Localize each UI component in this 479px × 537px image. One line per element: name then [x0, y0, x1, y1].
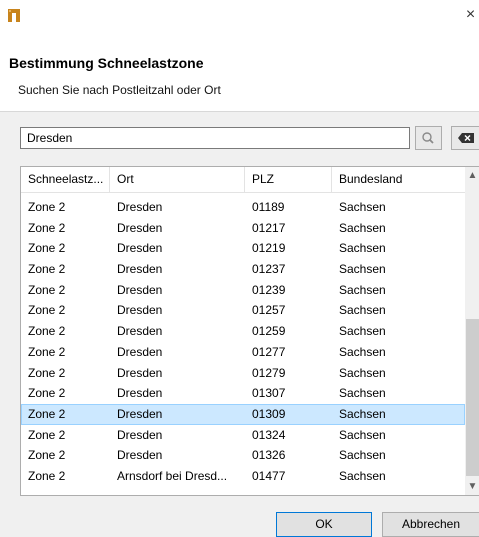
- cell-bundesland: Sachsen: [339, 220, 386, 235]
- search-button[interactable]: [415, 126, 442, 150]
- search-input[interactable]: [20, 127, 410, 149]
- cell-bundesland: Sachsen: [339, 303, 386, 318]
- scroll-up-arrow-icon[interactable]: ▲: [465, 167, 479, 184]
- table-row[interactable]: Zone 2 Dresden 01239 Sachsen: [21, 280, 465, 301]
- table-row[interactable]: Zone 2 Dresden 01307 Sachsen: [21, 383, 465, 404]
- cell-plz: 01279: [252, 365, 286, 380]
- table-row[interactable]: Zone 2 Dresden 01279 Sachsen: [21, 363, 465, 384]
- table-row[interactable]: Zone 2 Dresden 01259 Sachsen: [21, 321, 465, 342]
- scroll-down-arrow-icon[interactable]: ▼: [465, 478, 479, 495]
- cell-bundesland: Sachsen: [339, 282, 386, 297]
- cell-ort: Dresden: [117, 386, 163, 401]
- cell-bundesland: Sachsen: [339, 365, 386, 380]
- cell-plz: 01237: [252, 262, 286, 277]
- dialog-title: Bestimmung Schneelastzone: [9, 55, 204, 71]
- cell-zone: Zone 2: [28, 324, 66, 339]
- cell-plz: 01257: [252, 303, 286, 318]
- cell-zone: Zone 2: [28, 282, 66, 297]
- table-row[interactable]: Zone 2 Dresden 01189 Sachsen: [21, 197, 465, 218]
- cell-plz: 01326: [252, 448, 286, 463]
- zone-table: Schneelastz... Ort PLZ Bundesland Zone 2…: [20, 166, 479, 496]
- table-row[interactable]: Zone 2 Dresden 01237 Sachsen: [21, 259, 465, 280]
- cell-plz: 01277: [252, 344, 286, 359]
- dialog-subtitle: Suchen Sie nach Postleitzahl oder Ort: [18, 83, 221, 97]
- cell-bundesland: Sachsen: [339, 406, 386, 421]
- cell-zone: Zone 2: [28, 262, 66, 277]
- close-button[interactable]: ×: [462, 2, 479, 28]
- cell-bundesland: Sachsen: [339, 468, 386, 483]
- cell-zone: Zone 2: [28, 303, 66, 318]
- cell-bundesland: Sachsen: [339, 386, 386, 401]
- cell-bundesland: Sachsen: [339, 448, 386, 463]
- cell-plz: 01217: [252, 220, 286, 235]
- table-row[interactable]: Zone 2 Dresden 01257 Sachsen: [21, 300, 465, 321]
- cell-ort: Dresden: [117, 448, 163, 463]
- cell-ort: Dresden: [117, 365, 163, 380]
- close-icon: ×: [465, 6, 476, 23]
- table-row[interactable]: Zone 2 Dresden 01309 Sachsen: [21, 403, 465, 425]
- cell-zone: Zone 2: [28, 241, 66, 256]
- table-row[interactable]: Zone 2 Dresden 01217 Sachsen: [21, 218, 465, 239]
- cell-bundesland: Sachsen: [339, 200, 386, 214]
- column-header-ort[interactable]: Ort: [110, 167, 245, 192]
- cell-zone: Zone 2: [28, 406, 66, 421]
- cell-ort: Dresden: [117, 303, 163, 318]
- vertical-scrollbar[interactable]: ▲ ▼: [465, 167, 479, 495]
- table-header: Schneelastz... Ort PLZ Bundesland: [21, 167, 465, 193]
- cell-zone: Zone 2: [28, 386, 66, 401]
- cell-zone: Zone 2: [28, 365, 66, 380]
- column-header-bundesland[interactable]: Bundesland: [332, 167, 465, 192]
- cell-zone: Zone 2: [28, 344, 66, 359]
- cell-plz: 01219: [252, 241, 286, 256]
- table-row[interactable]: Zone 2 Dresden 01326 Sachsen: [21, 445, 465, 466]
- scroll-thumb[interactable]: [466, 319, 479, 476]
- search-icon: [422, 132, 434, 144]
- cell-zone: Zone 2: [28, 427, 66, 442]
- cell-plz: 01259: [252, 324, 286, 339]
- cell-zone: Zone 2: [28, 200, 66, 214]
- cell-ort: Dresden: [117, 200, 163, 214]
- cell-ort: Dresden: [117, 427, 163, 442]
- app-logo-icon: [8, 9, 20, 22]
- ok-button[interactable]: OK: [276, 512, 372, 537]
- cell-ort: Dresden: [117, 241, 163, 256]
- cell-plz: 01477: [252, 468, 286, 483]
- clear-search-button[interactable]: [451, 126, 479, 150]
- cancel-button[interactable]: Abbrechen: [382, 512, 479, 537]
- cell-ort: Dresden: [117, 262, 163, 277]
- cell-bundesland: Sachsen: [339, 241, 386, 256]
- cell-plz: 01307: [252, 386, 286, 401]
- cell-zone: Zone 2: [28, 448, 66, 463]
- cell-ort: Dresden: [117, 220, 163, 235]
- column-header-plz[interactable]: PLZ: [245, 167, 332, 192]
- cell-ort: Dresden: [117, 324, 163, 339]
- backspace-icon: [458, 133, 474, 143]
- table-row[interactable]: Zone 2 Dresden 01219 Sachsen: [21, 238, 465, 259]
- table-row[interactable]: Zone 2 Dresden 01324 Sachsen: [21, 425, 465, 446]
- cell-ort: Dresden: [117, 406, 163, 421]
- table-row[interactable]: Zone 2 Arnsdorf bei Dresd... 01477 Sachsen: [21, 466, 465, 487]
- cell-plz: 01324: [252, 427, 286, 442]
- cell-ort: Arnsdorf bei Dresd...: [117, 468, 228, 483]
- cell-ort: Dresden: [117, 282, 163, 297]
- cell-plz: 01309: [252, 406, 286, 421]
- cell-bundesland: Sachsen: [339, 324, 386, 339]
- table-row[interactable]: Zone 2 Dresden 01277 Sachsen: [21, 342, 465, 363]
- cell-plz: 01189: [252, 200, 285, 214]
- cell-bundesland: Sachsen: [339, 344, 386, 359]
- header-divider: [0, 111, 479, 112]
- cell-plz: 01239: [252, 282, 286, 297]
- cell-bundesland: Sachsen: [339, 427, 386, 442]
- cell-ort: Dresden: [117, 344, 163, 359]
- cell-bundesland: Sachsen: [339, 262, 386, 277]
- cell-zone: Zone 2: [28, 468, 66, 483]
- table-body: Zone 2 Dresden 01189 Sachsen Zone 2 Dresden 01…: [21, 197, 465, 487]
- cell-zone: Zone 2: [28, 220, 66, 235]
- column-header-zone[interactable]: Schneelastz...: [21, 167, 110, 192]
